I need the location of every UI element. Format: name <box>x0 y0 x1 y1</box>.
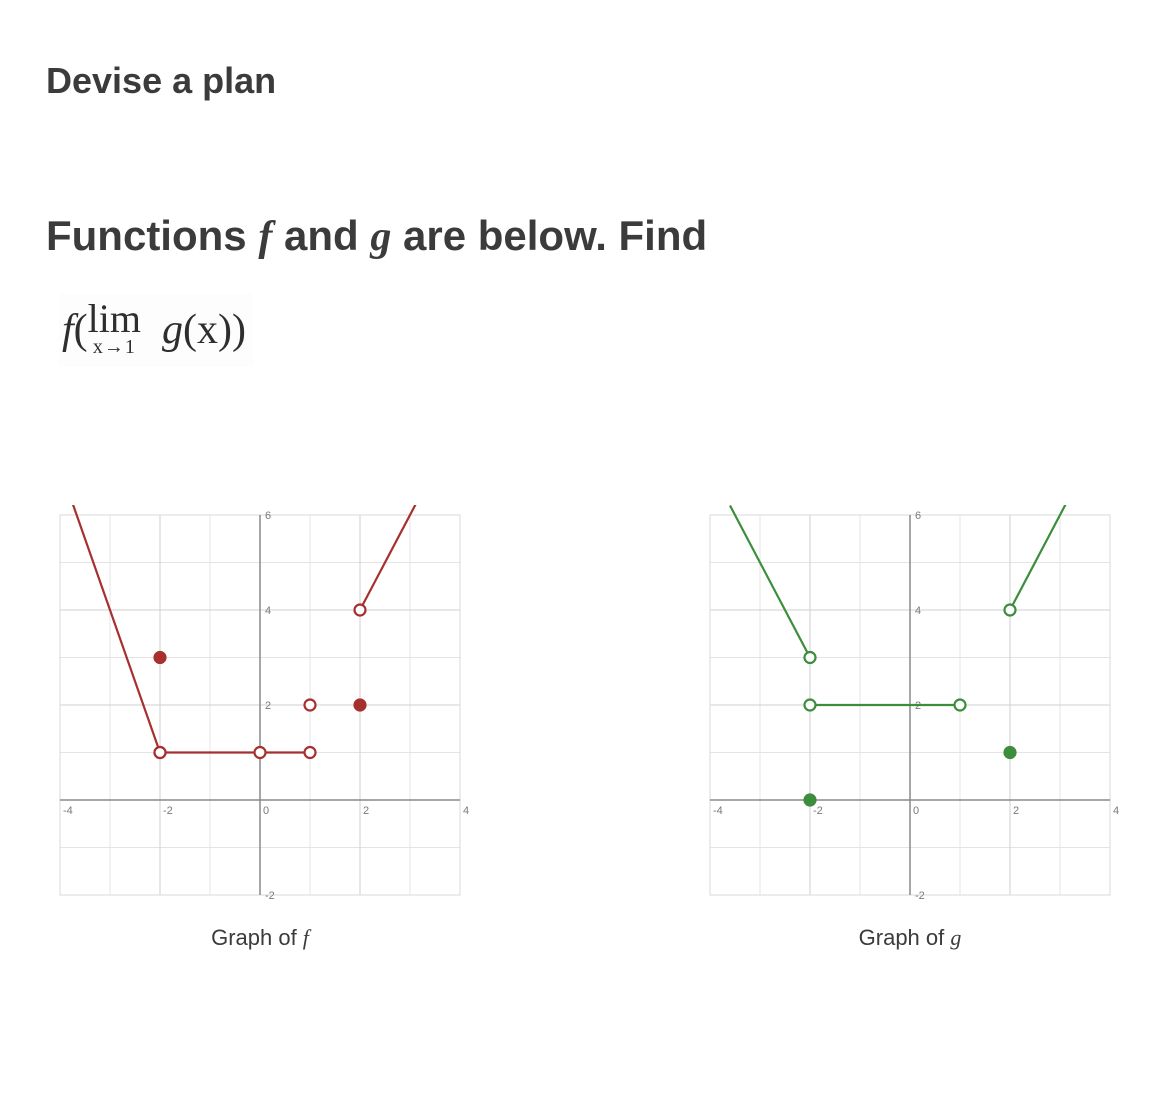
chart-g: -4-2024-2246 <box>700 505 1120 905</box>
svg-text:2: 2 <box>363 805 369 817</box>
svg-text:4: 4 <box>1113 805 1119 817</box>
svg-text:0: 0 <box>263 805 269 817</box>
svg-text:6: 6 <box>265 510 271 522</box>
prompt-fn-f: f <box>258 214 272 260</box>
limit-open-paren: ( <box>74 307 88 353</box>
chart-f-block: -4 -2 0 2 4 -2 2 4 6 Graph of f <box>50 505 470 951</box>
prompt-text: Functions <box>46 212 258 259</box>
chart-f-caption-fn: f <box>303 925 309 950</box>
svg-text:4: 4 <box>463 805 469 817</box>
limit-operator: lim x→1 <box>88 299 141 357</box>
svg-text:-2: -2 <box>265 890 275 902</box>
chart-f: -4 -2 0 2 4 -2 2 4 6 <box>50 505 470 905</box>
chart-g-caption-prefix: Graph of <box>859 925 951 950</box>
chart-f-caption: Graph of f <box>211 925 309 951</box>
svg-text:4: 4 <box>915 605 921 617</box>
chart-g-caption-fn: g <box>950 925 961 950</box>
section-heading: Devise a plan <box>46 60 1124 102</box>
svg-text:2: 2 <box>265 700 271 712</box>
limit-approach: x→1 <box>88 337 141 357</box>
svg-text:4: 4 <box>265 605 271 617</box>
svg-text:-4: -4 <box>63 805 73 817</box>
prompt-fn-g: g <box>370 214 391 260</box>
problem-prompt: Functions f and g are below. Find <box>46 212 1124 261</box>
svg-text:2: 2 <box>1013 805 1019 817</box>
svg-text:6: 6 <box>915 510 921 522</box>
chart-g-caption: Graph of g <box>859 925 962 951</box>
svg-text:-2: -2 <box>163 805 173 817</box>
limit-lim: lim <box>88 299 141 339</box>
svg-text:-2: -2 <box>915 890 925 902</box>
limit-of-x: (x) <box>183 307 232 353</box>
chart-f-caption-prefix: Graph of <box>211 925 303 950</box>
limit-inner-g: g <box>162 307 183 353</box>
svg-text:-4: -4 <box>713 805 723 817</box>
prompt-text: and <box>272 212 370 259</box>
limit-expression: f( lim x→1 g(x)) <box>60 295 252 365</box>
svg-text:0: 0 <box>913 805 919 817</box>
limit-outer-f: f <box>62 307 74 353</box>
svg-text:-2: -2 <box>813 805 823 817</box>
limit-close-paren: ) <box>232 307 246 353</box>
prompt-text: are below. Find <box>391 212 707 259</box>
chart-g-block: -4-2024-2246 Graph of g <box>700 505 1120 951</box>
